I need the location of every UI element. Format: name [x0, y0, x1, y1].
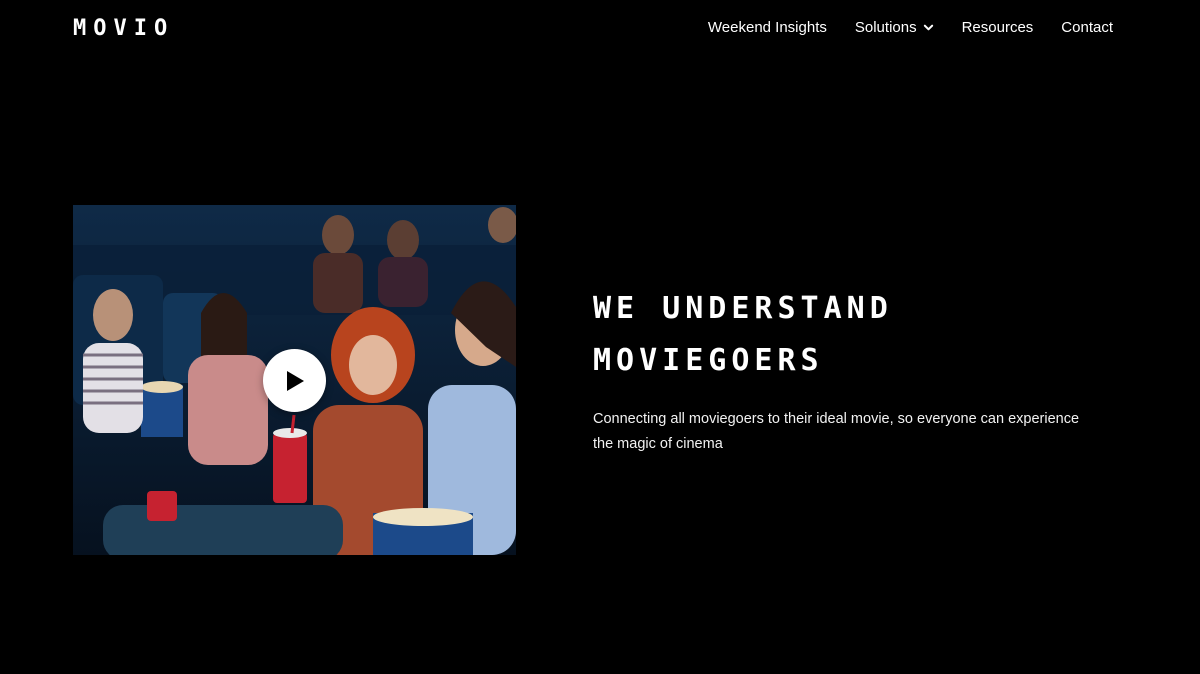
nav-solutions[interactable]: Solutions [855, 19, 934, 36]
nav-resources[interactable]: Resources [962, 19, 1034, 36]
nav-resources-label: Resources [961, 19, 1034, 36]
nav-contact-label: Contact [1061, 19, 1113, 36]
nav-solutions-label: Solutions [854, 19, 917, 36]
play-button[interactable] [263, 349, 326, 412]
movio-logo[interactable]: MOVIO [73, 16, 174, 41]
hero-video[interactable] [73, 205, 516, 555]
nav-weekend-insights[interactable]: Weekend Insights [708, 19, 827, 36]
nav-weekend-insights-label: Weekend Insights [707, 19, 827, 36]
hero-subtext: Connecting all moviegoers to their ideal… [593, 411, 1080, 452]
play-icon [286, 370, 304, 391]
hero-headline: WE UNDERSTAND MOVIEGOERS [593, 283, 1113, 387]
hero-headline-line1: WE UNDERSTAND [593, 291, 893, 326]
hero-headline-line2: MOVIEGOERS [593, 343, 824, 378]
nav-contact[interactable]: Contact [1061, 19, 1113, 36]
main-nav: Weekend Insights Solutions Resources Con… [708, 19, 1113, 36]
chevron-down-icon [923, 24, 933, 31]
